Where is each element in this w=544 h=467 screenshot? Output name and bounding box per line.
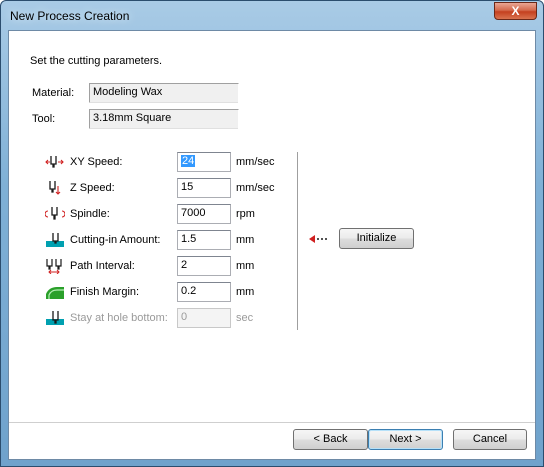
tool-value: 3.18mm Square <box>89 109 239 129</box>
spindle-input[interactable]: 7000 <box>177 204 231 224</box>
cutting-in-unit: mm <box>236 234 255 246</box>
dialog-client-area: Set the cutting parameters. Material: Mo… <box>8 30 536 460</box>
z-speed-input[interactable]: 15 <box>177 178 231 198</box>
instructions-text: Set the cutting parameters. <box>30 55 163 67</box>
z-speed-unit: mm/sec <box>236 182 275 194</box>
finish-margin-icon <box>46 287 64 299</box>
tool-label: Tool: <box>32 113 56 125</box>
spindle-label: Spindle: <box>70 208 110 220</box>
close-button[interactable]: X <box>494 2 537 20</box>
xy-speed-icon <box>45 156 64 168</box>
material-value: Modeling Wax <box>89 83 239 103</box>
xy-speed-unit: mm/sec <box>236 156 275 168</box>
z-speed-icon <box>49 181 61 195</box>
stay-hole-label: Stay at hole bottom: <box>70 312 168 324</box>
xy-speed-value: 24 <box>181 155 196 167</box>
arrow-left-icon <box>309 235 327 243</box>
vertical-separator <box>297 152 298 330</box>
stay-hole-icon <box>46 311 64 325</box>
path-interval-label: Path Interval: <box>70 260 135 272</box>
xy-speed-label: XY Speed: <box>70 156 123 168</box>
cutting-in-input[interactable]: 1.5 <box>177 230 231 250</box>
finish-margin-label: Finish Margin: <box>70 286 140 298</box>
next-button[interactable]: Next > <box>368 429 443 450</box>
finish-margin-input[interactable]: 0.2 <box>177 282 231 302</box>
spindle-icon <box>45 207 65 220</box>
cutting-in-icon <box>46 233 64 247</box>
path-interval-icon <box>46 259 62 274</box>
stay-hole-unit: sec <box>236 312 254 324</box>
path-interval-unit: mm <box>236 260 255 272</box>
window-title: New Process Creation <box>10 9 130 23</box>
initialize-button[interactable]: Initialize <box>339 228 414 249</box>
xy-speed-input[interactable]: 24 <box>177 152 231 172</box>
back-button[interactable]: < Back <box>293 429 368 450</box>
title-bar[interactable]: New Process Creation X <box>1 1 543 31</box>
cutting-in-label: Cutting-in Amount: <box>70 234 161 246</box>
finish-margin-unit: mm <box>236 286 255 298</box>
material-label: Material: <box>32 87 75 99</box>
path-interval-input[interactable]: 2 <box>177 256 231 276</box>
footer-divider <box>9 422 535 423</box>
z-speed-label: Z Speed: <box>70 182 115 194</box>
spindle-unit: rpm <box>236 208 255 220</box>
stay-hole-input: 0 <box>177 308 231 328</box>
cancel-button[interactable]: Cancel <box>453 429 527 450</box>
dialog-window: New Process Creation X Set the cutting p… <box>0 0 544 467</box>
